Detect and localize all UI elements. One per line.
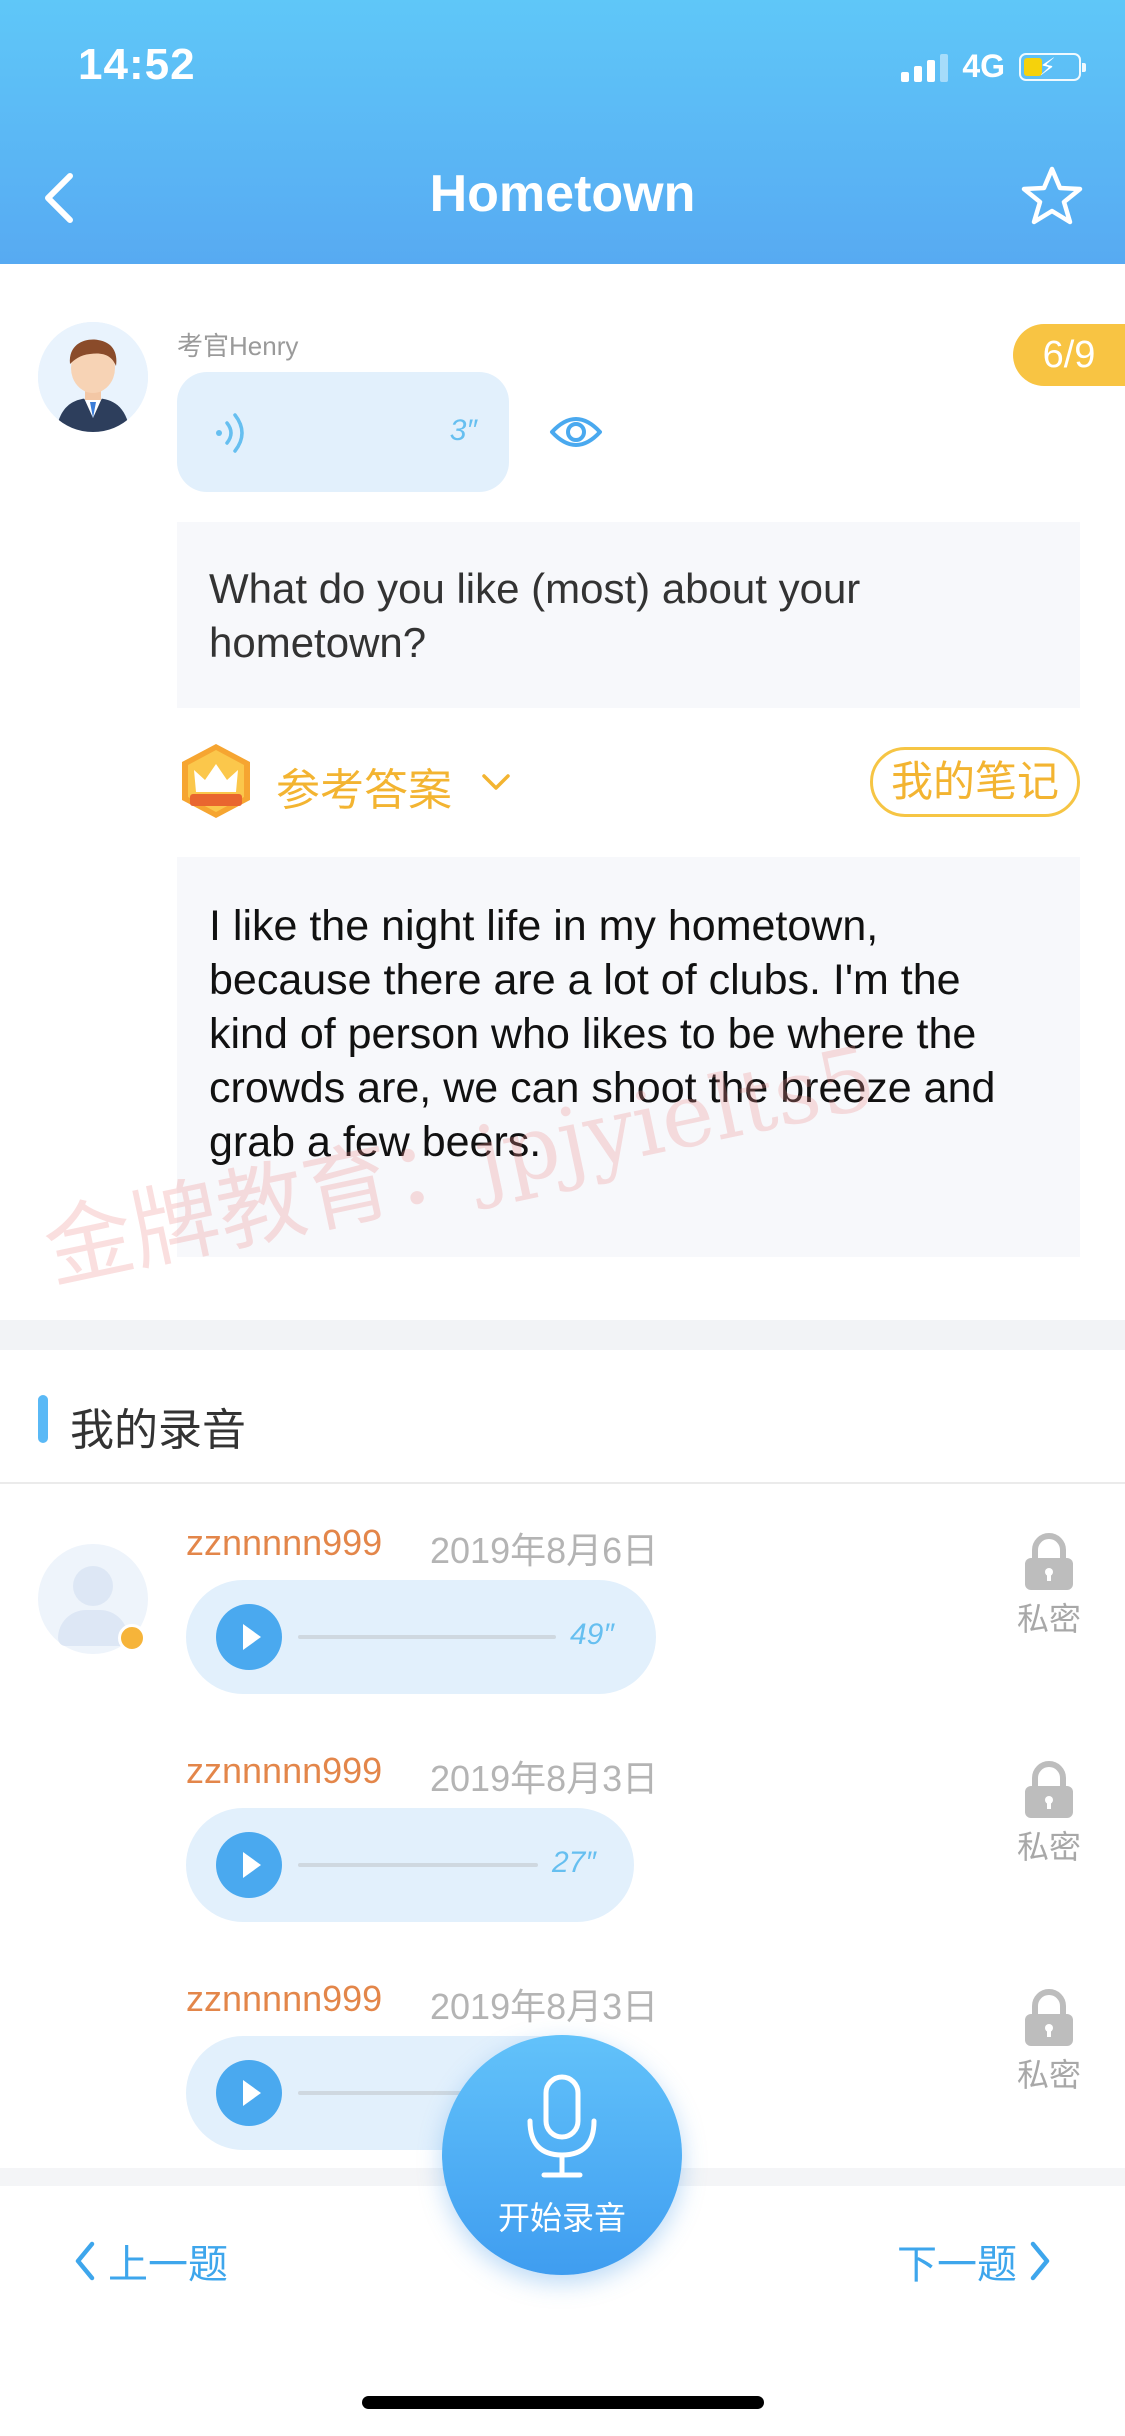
recording-item: zznnnnn999 2019年8月6日 49″ 私密: [0, 1522, 1125, 1722]
question-text: What do you like (most) about your homet…: [177, 522, 1080, 708]
my-notes-button[interactable]: 我的笔记: [870, 747, 1080, 817]
privacy-toggle[interactable]: 私密: [1009, 1532, 1089, 1637]
privacy-label: 私密: [1016, 1829, 1081, 1865]
start-recording-button[interactable]: 开始录音: [442, 2035, 682, 2275]
lock-icon: [1025, 1989, 1073, 2046]
question-audio-player[interactable]: 3″: [177, 372, 509, 492]
signal-icon: [901, 52, 949, 82]
examiner-name: 考官Henry: [177, 331, 299, 361]
recording-item: zznnnnn999 2019年8月3日 27″ 私密: [0, 1750, 1125, 1950]
chevron-down-icon[interactable]: [478, 764, 514, 800]
privacy-toggle[interactable]: 私密: [1009, 1760, 1089, 1865]
section-accent-bar: [38, 1395, 48, 1443]
app-header: 14:52 4G ⚡ Hometown: [0, 0, 1125, 264]
sound-wave-icon: [213, 410, 253, 461]
recording-username: zznnnnn999: [186, 1750, 383, 1791]
question-progress-badge: 6/9: [1013, 324, 1125, 386]
play-icon[interactable]: [216, 2060, 282, 2126]
start-recording-label: 开始录音: [497, 2200, 626, 2236]
recording-duration: 27″: [552, 1846, 596, 1879]
lock-icon: [1025, 1533, 1073, 1590]
progress-track[interactable]: [298, 1863, 538, 1867]
star-icon[interactable]: [1019, 164, 1085, 230]
crown-icon: [178, 742, 254, 820]
recording-date: 2019年8月3日: [430, 1758, 659, 1799]
recording-date: 2019年8月3日: [430, 1986, 659, 2027]
battery-icon: ⚡: [1019, 52, 1086, 81]
network-label: 4G: [962, 48, 1005, 84]
page-title: Hometown: [429, 165, 696, 223]
microphone-icon: [527, 2074, 597, 2178]
lock-icon: [1025, 1761, 1073, 1818]
progress-track[interactable]: [298, 1635, 556, 1639]
play-icon[interactable]: [216, 1832, 282, 1898]
recording-player[interactable]: 27″: [186, 1808, 634, 1922]
home-indicator[interactable]: [362, 2396, 764, 2409]
question-audio-duration: 3″: [449, 414, 477, 447]
section-divider: [0, 1320, 1125, 1350]
reference-answer-toggle[interactable]: 参考答案: [276, 754, 452, 818]
chevron-right-icon: [1030, 2241, 1050, 2281]
examiner-avatar: [38, 322, 148, 432]
recordings-title: 我的录音: [70, 1406, 246, 1455]
recording-player[interactable]: 49″: [186, 1580, 656, 1694]
privacy-label: 私密: [1016, 2057, 1081, 2093]
recording-username: zznnnnn999: [186, 1978, 383, 2019]
recording-date: 2019年8月6日: [430, 1530, 659, 1571]
recording-duration: 49″: [570, 1618, 614, 1651]
recordings-header: 我的录音: [0, 1350, 1125, 1484]
eye-icon[interactable]: [549, 408, 603, 456]
prev-question-button[interactable]: 上一题: [72, 2232, 228, 2290]
status-indicators: 4G ⚡: [901, 48, 1086, 85]
next-question-button[interactable]: 下一题: [897, 2232, 1053, 2290]
recording-username: zznnnnn999: [186, 1522, 383, 1563]
prev-question-label: 上一题: [108, 2243, 228, 2287]
next-question-label: 下一题: [897, 2243, 1017, 2287]
privacy-toggle[interactable]: 私密: [1009, 1988, 1089, 2093]
chevron-left-icon: [75, 2241, 95, 2281]
play-icon[interactable]: [216, 1604, 282, 1670]
privacy-label: 私密: [1016, 1601, 1081, 1637]
status-time: 14:52: [78, 40, 196, 89]
